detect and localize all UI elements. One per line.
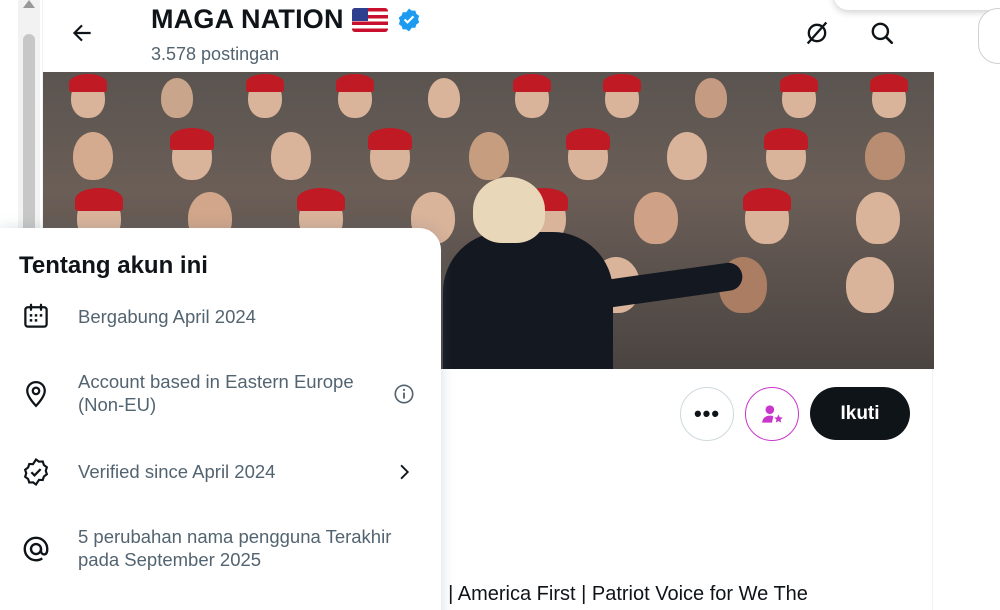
calendar-icon	[20, 300, 52, 332]
scroll-up-arrow-icon[interactable]	[23, 0, 35, 8]
back-button[interactable]	[63, 14, 101, 52]
profile-bio: p | America First | Patriot Voice for We…	[395, 583, 808, 606]
crowd-decoration	[43, 128, 934, 180]
info-icon[interactable]	[390, 380, 418, 408]
about-title: Tentang akun ini	[19, 252, 208, 279]
overlay-panel-edge	[834, 0, 1000, 10]
about-account-popup: Tentang akun ini Bergabung April 2024 Ac…	[0, 228, 441, 610]
grok-button[interactable]	[798, 14, 836, 52]
speaker-figure	[443, 177, 745, 369]
profile-header: MAGA NATION 3.578 postingan	[43, 0, 934, 72]
crowd-decoration	[43, 74, 934, 118]
profile-title-row: MAGA NATION	[151, 4, 422, 35]
sidebar-search-edge[interactable]	[978, 8, 1000, 64]
about-item-text: Account based in Eastern Europe (Non-EU)	[78, 371, 354, 415]
profile-name: MAGA NATION	[151, 4, 344, 34]
search-icon	[871, 22, 894, 45]
follow-button[interactable]: Ikuti	[810, 387, 910, 440]
us-flag-icon	[351, 7, 388, 32]
about-item-text: Verified since April 2024	[78, 461, 276, 482]
grok-icon	[806, 21, 828, 45]
more-options-button[interactable]: •••	[680, 387, 734, 441]
person-star-icon	[762, 405, 783, 423]
post-count: 3.578 postingan	[151, 44, 280, 64]
verified-badge-icon	[20, 456, 52, 488]
at-sign-icon	[20, 533, 52, 565]
about-item-text: Bergabung April 2024	[78, 306, 256, 327]
verified-badge-icon[interactable]	[396, 7, 422, 33]
location-pin-icon	[20, 378, 52, 410]
arrow-left-icon	[72, 24, 91, 42]
chevron-right-icon[interactable]	[390, 458, 418, 486]
search-button[interactable]	[863, 14, 901, 52]
about-item-text: 5 perubahan nama pengguna Terakhir pada …	[78, 526, 392, 570]
subscribe-button[interactable]	[745, 387, 799, 441]
bio-text: | America First | Patriot Voice for We T…	[448, 583, 808, 605]
